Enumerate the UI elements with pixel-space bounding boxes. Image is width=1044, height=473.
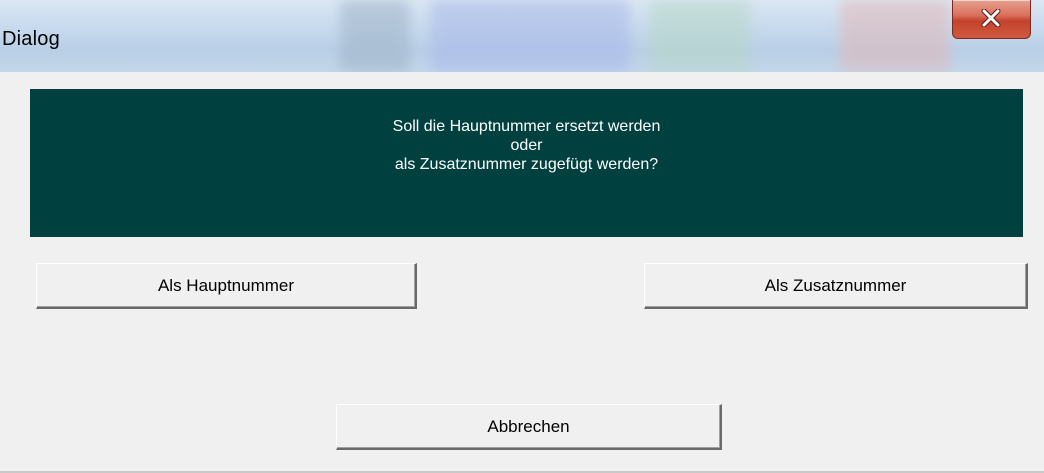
dialog-window: Dialog Soll die Hauptnummer ersetzt werd… xyxy=(0,0,1044,473)
title-bar[interactable]: Dialog xyxy=(0,0,1044,72)
as-additional-number-label: Als Zusatznummer xyxy=(764,276,907,295)
message-line: oder xyxy=(510,137,543,154)
close-button[interactable] xyxy=(952,0,1031,39)
message-line: Soll die Hauptnummer ersetzt werden xyxy=(392,118,661,135)
message-line: als Zusatznummer zugefügt werden? xyxy=(394,156,659,173)
message-panel: Soll die Hauptnummer ersetzt werden oder… xyxy=(30,89,1023,237)
background-blur xyxy=(340,0,410,72)
as-main-number-label: Als Hauptnummer xyxy=(157,276,295,295)
message-text: Soll die Hauptnummer ersetzt werden oder… xyxy=(30,117,1023,174)
as-additional-number-button[interactable]: Als Zusatznummer xyxy=(644,263,1028,309)
cancel-button[interactable]: Abbrechen xyxy=(336,404,722,450)
window-title: Dialog xyxy=(2,28,60,50)
background-blur xyxy=(430,0,630,72)
background-blur xyxy=(650,0,750,72)
as-main-number-button[interactable]: Als Hauptnummer xyxy=(36,263,417,309)
close-icon xyxy=(981,9,1001,27)
cancel-label: Abbrechen xyxy=(487,417,570,436)
background-blur xyxy=(840,0,950,72)
